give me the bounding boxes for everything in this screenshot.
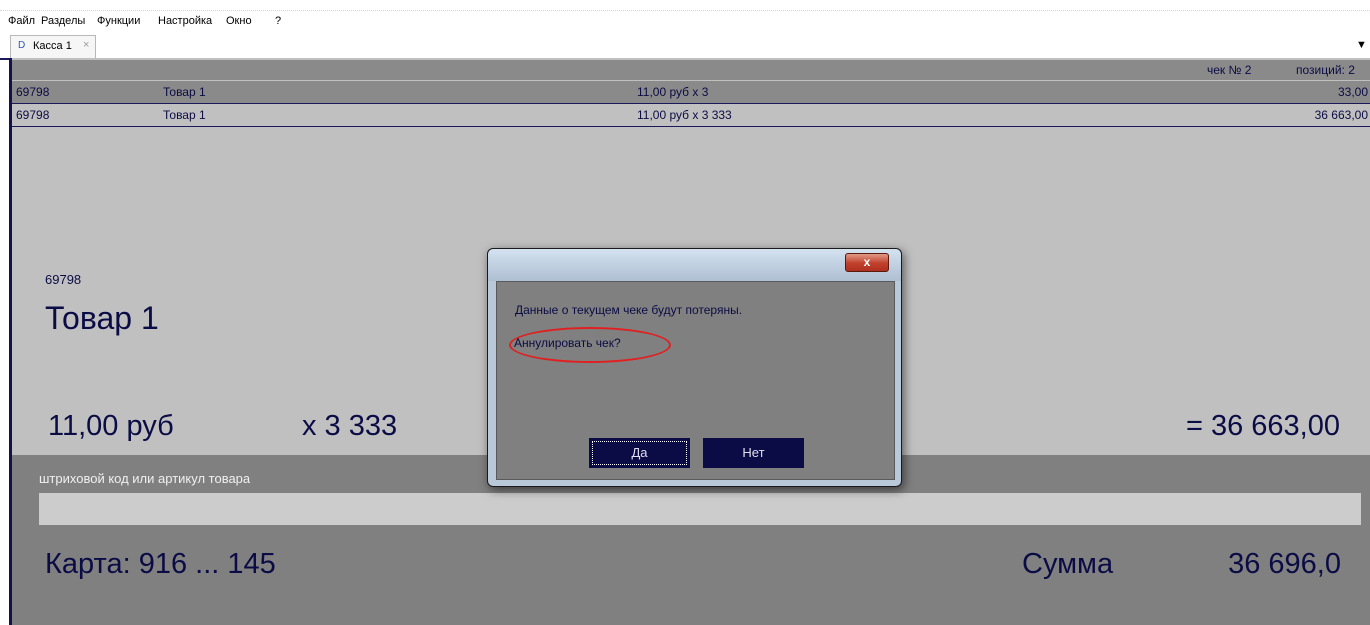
row-total: 36 663,00	[1314, 108, 1368, 122]
sum-label: Сумма	[1022, 548, 1114, 580]
positions-count: позиций: 2	[1296, 63, 1355, 77]
table-row[interactable]: 69798 Товар 1 11,00 руб x 3 33,00	[12, 81, 1370, 104]
current-item-name: Товар 1	[45, 300, 159, 336]
dialog-titlebar[interactable]: x	[488, 249, 901, 281]
table-row[interactable]: 69798 Товар 1 11,00 руб x 3 333 36 663,0…	[12, 104, 1370, 127]
current-item-qty: x 3 333	[302, 410, 398, 442]
current-item-total: = 36 663,00	[1185, 410, 1340, 442]
tab-bar: D Касса 1 × ▼	[0, 32, 1370, 60]
yes-button[interactable]: Да	[589, 438, 690, 468]
dialog-body: Данные о текущем чеке будут потеряны. Ан…	[496, 281, 895, 480]
focus-rect	[592, 441, 687, 465]
row-name: Товар 1	[163, 108, 206, 122]
no-button-label: Нет	[742, 445, 765, 460]
tab-kassa-1[interactable]: D Касса 1 ×	[10, 35, 96, 58]
menu-settings[interactable]: Настройка	[158, 15, 212, 27]
receipt-header: чек № 2 позиций: 2	[12, 60, 1370, 80]
tab-label: Касса 1	[33, 40, 72, 52]
menu-bar: Файл Разделы Функции Настройка Окно ?	[0, 11, 1370, 32]
row-total: 33,00	[1337, 85, 1368, 99]
confirm-dialog: x Данные о текущем чеке будут потеряны. …	[487, 248, 902, 487]
dialog-close-button[interactable]: x	[845, 253, 889, 272]
menu-file[interactable]: Файл	[8, 15, 35, 27]
menu-sections[interactable]: Разделы	[41, 15, 85, 27]
sum-value: 36 696,0	[1228, 548, 1341, 580]
row-code: 69798	[16, 85, 50, 99]
row-name: Товар 1	[163, 85, 206, 99]
window-top-edge	[0, 0, 1370, 11]
menu-functions[interactable]: Функции	[97, 15, 140, 27]
document-icon: D	[18, 40, 26, 51]
row-price-qty: 11,00 руб x 3 333	[637, 108, 732, 122]
menu-help[interactable]: ?	[275, 15, 281, 27]
row-code: 69798	[16, 108, 50, 122]
card-number: Карта: 916 ... 145	[45, 548, 276, 580]
current-item-price: 11,00 руб	[48, 410, 174, 442]
dialog-question: Аннулировать чек?	[514, 336, 621, 350]
row-price-qty: 11,00 руб x 3	[637, 85, 709, 99]
current-item-code: 69798	[45, 272, 82, 287]
barcode-input[interactable]	[39, 493, 1361, 525]
close-icon[interactable]: ×	[83, 39, 89, 51]
menu-window[interactable]: Окно	[226, 15, 252, 27]
no-button[interactable]: Нет	[703, 438, 804, 468]
check-number: чек № 2	[1207, 63, 1252, 77]
tab-list-dropdown[interactable]: ▼	[1356, 39, 1367, 51]
barcode-label: штриховой код или артикул товара	[39, 471, 251, 486]
dialog-message: Данные о текущем чеке будут потеряны.	[515, 303, 743, 317]
